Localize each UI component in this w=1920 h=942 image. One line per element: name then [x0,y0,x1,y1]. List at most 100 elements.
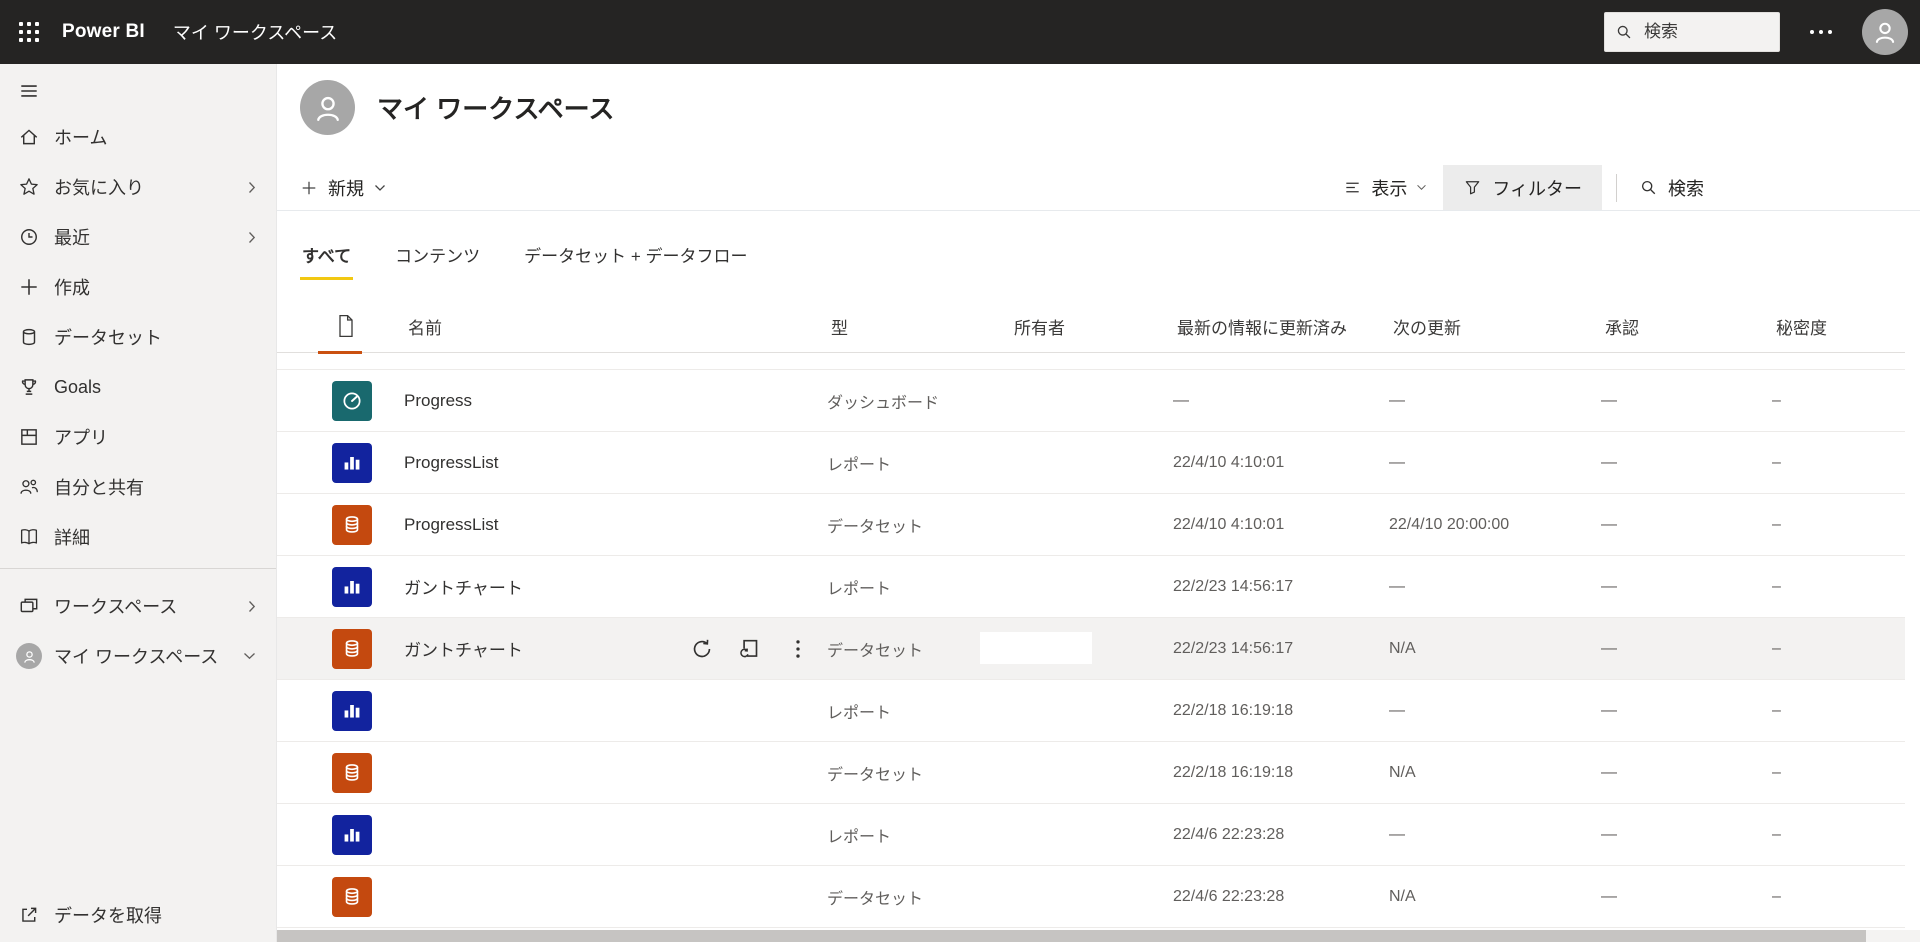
home-icon [18,126,40,148]
column-header-endorsement[interactable]: 承認 [1605,314,1776,339]
document-icon[interactable] [332,314,376,338]
dataset-tile-icon [332,628,372,669]
column-header-name[interactable]: 名前 [408,314,680,339]
item-type: データセット [827,518,924,536]
new-button[interactable]: 新規 [300,165,386,210]
item-name[interactable]: ガントチャート [404,636,676,661]
list-search-button[interactable]: 検索 [1629,165,1714,210]
table-row[interactable]: データセット 22/2/18 16:19:18 N/A — – [276,742,1905,804]
more-options-icon[interactable] [1804,24,1838,40]
item-next-refresh: — [1389,391,1405,409]
workspaces-icon [18,595,40,617]
search-icon [1615,23,1633,41]
report-tile-icon [332,814,372,855]
item-endorsement: — [1601,763,1617,781]
chevron-down-icon [374,184,386,192]
sidebar-item-workspaces[interactable]: ワークスペース [0,581,276,631]
column-header-refreshed[interactable]: 最新の情報に更新済み [1177,314,1393,339]
sidebar-item-label: 作成 [54,278,90,298]
global-search-input[interactable] [1642,21,1769,43]
sidebar-item-book[interactable]: 詳細 [0,512,276,562]
tab-all[interactable]: すべて [300,242,354,280]
item-refreshed: 22/2/18 16:19:18 [1173,763,1294,781]
item-next-refresh: — [1389,825,1405,843]
item-refreshed: 22/4/10 4:10:01 [1173,515,1285,533]
star-icon [18,176,40,198]
sidebar-item-label: ワークスペース [54,597,178,617]
refresh-icon[interactable] [688,635,716,663]
item-refreshed: — [1173,391,1189,409]
item-next-refresh: N/A [1389,639,1416,657]
filter-button[interactable]: フィルター [1443,165,1602,210]
item-name[interactable]: ProgressList [404,515,676,535]
schedule-refresh-icon[interactable] [736,635,764,663]
sidebar-item-label: アプリ [54,428,108,448]
horizontal-scrollbar[interactable] [276,930,1920,942]
row-actions [676,635,827,663]
item-refreshed: 22/4/6 22:23:28 [1173,825,1285,843]
sidebar-item-clock[interactable]: 最近 [0,212,276,262]
item-name[interactable]: ProgressList [404,453,676,473]
sidebar-item-people[interactable]: 自分と共有 [0,462,276,512]
sidebar-item-label: 詳細 [54,528,90,548]
view-list-icon [1343,178,1362,197]
item-name[interactable]: ガントチャート [404,574,676,599]
horizontal-scrollbar-thumb[interactable] [276,930,1866,942]
column-header-sensitivity[interactable]: 秘密度 [1776,314,1905,339]
avatar-icon [16,643,42,669]
item-next-refresh: N/A [1389,763,1416,781]
sidebar-item-get-data[interactable]: データを取得 [0,890,276,940]
sidebar-item-trophy[interactable]: Goals [0,362,276,412]
sidebar: ホーム お気に入り 最近 作成 データセット Goals アプリ 自分と共有 詳… [0,64,277,942]
table-row[interactable]: ProgressList レポート 22/4/10 4:10:01 — — – [276,432,1905,494]
sidebar-item-star[interactable]: お気に入り [0,162,276,212]
sidebar-item-plus[interactable]: 作成 [0,262,276,312]
chevron-down-icon [243,652,256,660]
table-row[interactable]: Progress ダッシュボード — — — – [276,370,1905,432]
table-row[interactable]: データセット 22/4/6 22:23:28 N/A — – [276,866,1905,928]
sidebar-item-apps[interactable]: アプリ [0,412,276,462]
item-endorsement: — [1601,453,1617,471]
waffle-menu-icon[interactable] [0,0,58,64]
trophy-icon [18,376,40,398]
sidebar-item-home[interactable]: ホーム [0,112,276,162]
report-tile-icon [332,566,372,607]
filter-icon [1463,178,1482,197]
workspace-avatar [300,80,355,135]
sidebar-item-database[interactable]: データセット [0,312,276,362]
global-search-box[interactable] [1604,12,1780,52]
item-sensitivity: – [1772,639,1781,657]
item-endorsement: — [1601,639,1617,657]
more-options-icon[interactable] [784,635,812,663]
chevron-down-icon [1416,184,1427,191]
column-header-type[interactable]: 型 [831,314,1014,339]
item-endorsement: — [1601,391,1617,409]
table-row[interactable]: ガントチャート データセット 22/2/23 14:56:17 N/A — – [276,618,1905,680]
table-row[interactable]: ガントチャート レポート 22/2/23 14:56:17 — — – [276,556,1905,618]
table-row[interactable]: レポート 22/4/6 22:23:28 — — – [276,804,1905,866]
hamburger-menu-icon[interactable] [0,70,276,112]
view-button[interactable]: 表示 [1327,165,1443,210]
table-row[interactable]: レポート 22/2/18 16:19:18 — — – [276,680,1905,742]
sidebar-divider [0,568,276,569]
item-type: ダッシュボード [827,394,940,412]
item-sensitivity: – [1772,701,1781,719]
book-icon [18,526,40,548]
toolbar-divider [1616,173,1617,202]
sidebar-item-avatar[interactable]: マイ ワークスペース [0,631,276,681]
item-endorsement: — [1601,701,1617,719]
column-header-next-refresh[interactable]: 次の更新 [1393,314,1605,339]
item-name[interactable]: Progress [404,391,676,411]
item-refreshed: 22/4/6 22:23:28 [1173,887,1285,905]
column-header-owner[interactable]: 所有者 [1014,314,1177,339]
item-type: レポート [827,704,892,722]
tab-content[interactable]: コンテンツ [393,242,482,280]
table-row[interactable]: ProgressList データセット 22/4/10 4:10:01 22/4… [276,494,1905,556]
app-logo: Power BI [62,21,145,42]
user-avatar[interactable] [1862,9,1908,55]
content-table: 名前 型 所有者 最新の情報に更新済み 次の更新 承認 秘密度 Progress… [276,300,1905,928]
sidebar-item-label: マイ ワークスペース [54,647,219,667]
item-sensitivity: – [1772,577,1781,595]
topbar-workspace-label: マイ ワークスペース [172,23,338,43]
tab-datasets-dataflows[interactable]: データセット + データフロー [522,242,749,280]
